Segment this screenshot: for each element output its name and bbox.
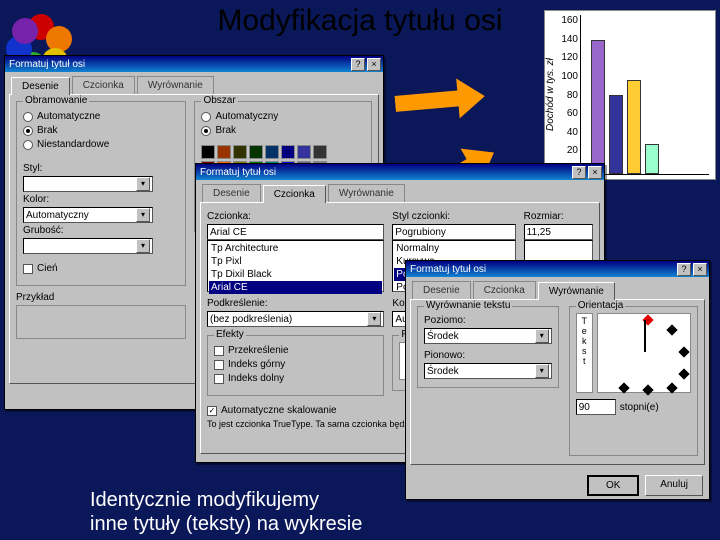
vert-label: Pionowo:	[424, 350, 552, 361]
tab-alignment[interactable]: Wyrównanie	[137, 76, 214, 94]
border-legend: Obramowanie	[23, 95, 89, 106]
tab-row: Desenie Czcionka Wyrównanie	[196, 180, 604, 202]
degrees-label: stopni(e)	[620, 402, 659, 413]
orientation-dial[interactable]	[597, 313, 691, 393]
tab-font[interactable]: Czcionka	[72, 76, 135, 94]
color-combo[interactable]: Automatyczny▾	[23, 207, 153, 223]
fontstyle-input[interactable]: Pogrubiony	[392, 224, 515, 240]
color-swatch[interactable]	[217, 145, 231, 159]
sub-check[interactable]: Indeks dolny	[214, 373, 377, 384]
fill-legend: Obszar	[201, 95, 237, 106]
page-footnote: Identycznie modyfikujemy inne tytuły (te…	[90, 488, 362, 536]
font-input[interactable]: Arial CE	[207, 224, 384, 240]
titlebar-label: Formatuj tytuł osi	[7, 59, 349, 70]
border-group: Obramowanie Automatyczne Brak Niestandar…	[16, 101, 186, 286]
textalign-group: Wyrównanie tekstu Poziomo: Środek▾ Piono…	[417, 306, 559, 388]
titlebar[interactable]: Formatuj tytuł osi ? ×	[406, 261, 709, 277]
help-button[interactable]: ?	[351, 58, 365, 71]
titlebar[interactable]: Formatuj tytuł osi ? ×	[5, 56, 383, 72]
preview-box	[16, 305, 186, 339]
shadow-check[interactable]: Cień	[23, 263, 179, 274]
color-swatch[interactable]	[201, 145, 215, 159]
list-item[interactable]: Tp Dixil Black	[209, 268, 382, 281]
help-button[interactable]: ?	[677, 263, 691, 276]
chart-preview: Dochód w tys. zł 160140 120100 8060 4020…	[544, 10, 716, 180]
fill-none-radio[interactable]: Brak	[201, 125, 365, 136]
tab-row: Desenie Czcionka Wyrównanie	[5, 72, 383, 94]
list-item[interactable]: Normalny	[394, 242, 513, 255]
titlebar-label: Formatuj tytuł osi	[408, 264, 675, 275]
horiz-label: Poziomo:	[424, 315, 552, 326]
button-bar: OK Anuluj	[406, 469, 709, 502]
format-dialog-alignment: Formatuj tytuł osi ? × Desenie Czcionka …	[405, 260, 710, 500]
effects-legend: Efekty	[214, 329, 246, 340]
preview-label: Przykład	[16, 292, 186, 303]
degrees-input[interactable]: 90	[576, 399, 616, 415]
titlebar[interactable]: Formatuj tytuł osi ? ×	[196, 164, 604, 180]
chart-yaxis: 160140 120100 8060 4020 0	[556, 11, 580, 179]
weight-combo[interactable]: ▾	[23, 238, 153, 254]
list-item[interactable]: Tp Pixl	[209, 255, 382, 268]
chart-bars	[580, 15, 709, 175]
border-auto-radio[interactable]: Automatyczne	[23, 111, 179, 122]
close-button[interactable]: ×	[588, 166, 602, 179]
tab-alignment[interactable]: Wyrównanie	[328, 184, 405, 202]
tab-font[interactable]: Czcionka	[473, 281, 536, 299]
color-swatch[interactable]	[249, 145, 263, 159]
style-label: Styl:	[23, 163, 179, 174]
color-swatch[interactable]	[265, 145, 279, 159]
list-item[interactable]: Arial CE	[209, 281, 382, 294]
vert-combo[interactable]: Środek▾	[424, 363, 552, 379]
fill-auto-radio[interactable]: Automatyczny	[201, 111, 365, 122]
color-swatch[interactable]	[233, 145, 247, 159]
list-item[interactable]: Tp Architecture	[209, 242, 382, 255]
size-input[interactable]: 11,25	[524, 224, 593, 240]
tab-row: Desenie Czcionka Wyrównanie	[406, 277, 709, 299]
font-label: Czcionka:	[207, 211, 384, 222]
weight-label: Grubość:	[23, 225, 179, 236]
color-label: Kolor:	[23, 194, 179, 205]
close-button[interactable]: ×	[693, 263, 707, 276]
border-custom-radio[interactable]: Niestandardowe	[23, 139, 179, 150]
underline-label: Podkreślenie:	[207, 298, 384, 309]
style-combo[interactable]: ▾	[23, 176, 153, 192]
close-button[interactable]: ×	[367, 58, 381, 71]
strike-check[interactable]: Przekreślenie	[214, 345, 377, 356]
arrow-indicator-1	[393, 76, 486, 124]
textalign-legend: Wyrównanie tekstu	[424, 300, 512, 311]
orientation-group: Orientacja Tekst 90	[569, 306, 698, 456]
color-swatch[interactable]	[313, 145, 327, 159]
font-list[interactable]: Tp Architecture Tp Pixl Tp Dixil Black A…	[207, 240, 384, 292]
ok-button[interactable]: OK	[587, 475, 639, 496]
orientation-legend: Orientacja	[576, 300, 626, 311]
fontstyle-label: Styl czcionki:	[392, 211, 515, 222]
tab-alignment[interactable]: Wyrównanie	[538, 282, 615, 300]
underline-combo[interactable]: (bez podkreślenia)▾	[207, 311, 384, 327]
color-swatch[interactable]	[281, 145, 295, 159]
tab-font[interactable]: Czcionka	[263, 185, 326, 203]
horiz-combo[interactable]: Środek▾	[424, 328, 552, 344]
border-none-radio[interactable]: Brak	[23, 125, 179, 136]
size-label: Rozmiar:	[524, 211, 593, 222]
color-swatch[interactable]	[297, 145, 311, 159]
titlebar-label: Formatuj tytuł osi	[198, 167, 570, 178]
effects-group: Efekty Przekreślenie Indeks górny Indeks…	[207, 335, 384, 396]
tab-patterns[interactable]: Desenie	[202, 184, 261, 202]
orientation-text-vertical[interactable]: Tekst	[576, 313, 593, 393]
super-check[interactable]: Indeks górny	[214, 359, 377, 370]
tab-patterns[interactable]: Desenie	[11, 77, 70, 95]
help-button[interactable]: ?	[572, 166, 586, 179]
chart-ylabel: Dochód w tys. zł	[545, 11, 556, 179]
cancel-button[interactable]: Anuluj	[645, 475, 703, 496]
tab-patterns[interactable]: Desenie	[412, 281, 471, 299]
